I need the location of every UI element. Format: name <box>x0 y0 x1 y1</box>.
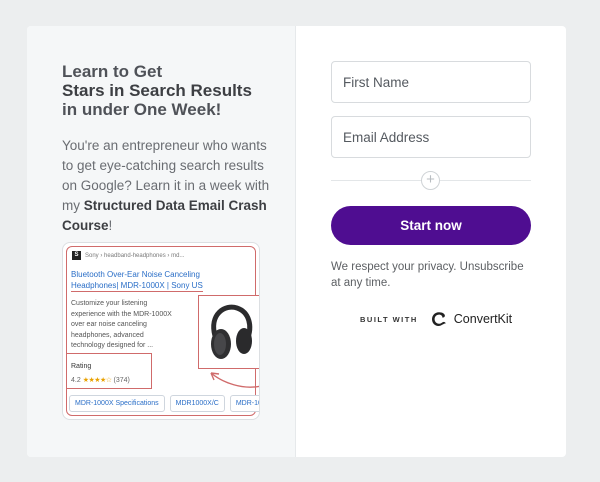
headline-line-2: Stars in Search Results <box>62 81 252 100</box>
sitelink-chip: MDR-10 <box>229 395 259 412</box>
convertkit-brand: ConvertKit <box>453 312 513 326</box>
description-end: ! <box>108 218 113 233</box>
promo-panel: Learn to Get Stars in Search Results in … <box>27 26 296 457</box>
pointer-arrow <box>210 372 259 388</box>
sitelink-chip: MDR-1000X Specifications <box>69 395 165 412</box>
privacy-note: We respect your privacy. Unsubscribe at … <box>331 261 524 289</box>
sitelink-chips: MDR-1000X Specifications MDR1000X/C MDR-… <box>69 395 259 412</box>
first-name-field[interactable] <box>331 61 531 103</box>
signup-card: Learn to Get Stars in Search Results in … <box>27 26 566 457</box>
start-now-button[interactable]: Start now <box>331 206 531 245</box>
form-panel: + Start now We respect your privacy. Uns… <box>296 26 566 457</box>
sitelink-chip: MDR1000X/C <box>169 395 225 412</box>
headline-line-3: in under One Week! <box>62 100 222 119</box>
convertkit-badge[interactable]: BUILT WITH ConvertKit <box>360 310 512 328</box>
convertkit-logo-icon <box>431 312 446 326</box>
built-with-label: BUILT WITH <box>360 314 418 324</box>
search-result-illustration: S Sony › headband-headphones › md... Blu… <box>62 242 260 420</box>
course-name: Structured Data Email Crash Course <box>62 198 267 233</box>
email-field[interactable] <box>331 116 531 158</box>
headline: Learn to Get Stars in Search Results in … <box>62 62 295 119</box>
description: You're an entrepreneur who wants to get … <box>62 136 272 236</box>
headline-line-1: Learn to Get <box>62 62 163 81</box>
plus-icon: + <box>421 171 440 190</box>
